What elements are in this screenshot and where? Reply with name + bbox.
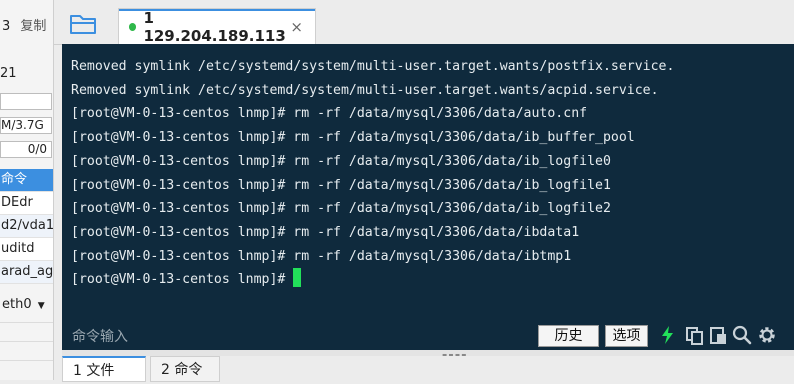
folder-icon[interactable] <box>66 10 102 38</box>
left-partial-value: 21 <box>0 66 17 81</box>
left-side-panel: 3 复制 21 M/3.7G 0/0 命令 DEdr d2/vda1 uditd… <box>0 0 54 380</box>
paste-icon[interactable] <box>708 325 728 345</box>
process-item[interactable]: arad_age <box>0 261 53 284</box>
close-icon[interactable]: × <box>290 18 303 36</box>
search-icon[interactable] <box>732 325 752 345</box>
terminal-line: Removed symlink /etc/systemd/system/mult… <box>71 59 675 74</box>
session-tab-label: 1 129.204.189.113 <box>143 8 286 45</box>
memory-usage-bar: M/3.7G <box>0 117 52 134</box>
active-tab-accent <box>119 9 315 11</box>
divider <box>0 360 53 361</box>
terminal-panel[interactable]: Removed symlink /etc/systemd/system/mult… <box>62 44 794 350</box>
terminal-prompt-line: [root@VM-0-13-centos lnmp]# <box>71 268 674 292</box>
divider <box>0 322 53 323</box>
cpu-usage-bar <box>0 93 52 110</box>
command-input-bar: 命令输入 历史 选项 <box>62 320 794 350</box>
process-item[interactable]: uditd <box>0 238 53 261</box>
process-item[interactable]: d2/vda1 <box>0 215 53 238</box>
process-list-header[interactable]: 命令 <box>0 169 53 192</box>
terminal-line: [root@VM-0-13-centos lnmp]# rm -rf /data… <box>71 201 611 217</box>
process-list: 命令 DEdr d2/vda1 uditd arad_age <box>0 169 53 285</box>
session-tab[interactable]: 1 129.204.189.113 × <box>118 8 316 45</box>
gear-icon[interactable] <box>757 325 777 345</box>
terminal-line: Removed symlink /etc/systemd/system/mult… <box>71 82 659 98</box>
divider <box>0 341 53 342</box>
lightning-icon[interactable] <box>658 325 678 345</box>
network-interface-value: eth0 <box>2 297 32 312</box>
copy-link[interactable]: 复制 <box>20 19 46 34</box>
command-input-field[interactable]: 命令输入 <box>72 326 128 346</box>
swap-usage-value: 0/0 <box>27 142 47 156</box>
terminal-line: [root@VM-0-13-centos lnmp]# rm -rf /data… <box>71 224 580 240</box>
terminal-line: [root@VM-0-13-centos lnmp]# rm -rf /data… <box>71 130 635 146</box>
bottom-tab-bar: 1 文件 2 命令 <box>62 356 794 382</box>
terminal-output: Removed symlink /etc/systemd/system/mult… <box>71 55 674 292</box>
tab-files[interactable]: 1 文件 <box>62 356 146 382</box>
process-item[interactable]: DEdr <box>0 192 53 215</box>
terminal-line: [root@VM-0-13-centos lnmp]# rm -rf /data… <box>71 248 572 264</box>
history-button[interactable]: 历史 <box>538 325 599 347</box>
left-top-partial: 3 <box>2 19 11 34</box>
connection-status-dot <box>129 22 137 31</box>
tab-commands[interactable]: 2 命令 <box>150 356 220 382</box>
session-tab-bar: 1 129.204.189.113 × <box>54 0 794 45</box>
memory-usage-value: M/3.7G <box>1 118 44 132</box>
terminal-cursor <box>293 268 302 288</box>
terminal-line: [root@VM-0-13-centos lnmp]# rm -rf /data… <box>71 177 611 193</box>
network-interface-select[interactable]: eth0 ▼ <box>2 297 45 312</box>
terminal-line: [root@VM-0-13-centos lnmp]# rm -rf /data… <box>71 106 588 122</box>
options-button[interactable]: 选项 <box>605 325 648 347</box>
terminal-prompt: [root@VM-0-13-centos lnmp]# <box>71 272 294 288</box>
chevron-down-icon: ▼ <box>37 301 45 311</box>
terminal-line: [root@VM-0-13-centos lnmp]# rm -rf /data… <box>71 153 611 169</box>
swap-usage-bar: 0/0 <box>0 141 52 158</box>
copy-icon[interactable] <box>684 325 704 345</box>
left-top-row: 3 复制 <box>2 15 46 34</box>
